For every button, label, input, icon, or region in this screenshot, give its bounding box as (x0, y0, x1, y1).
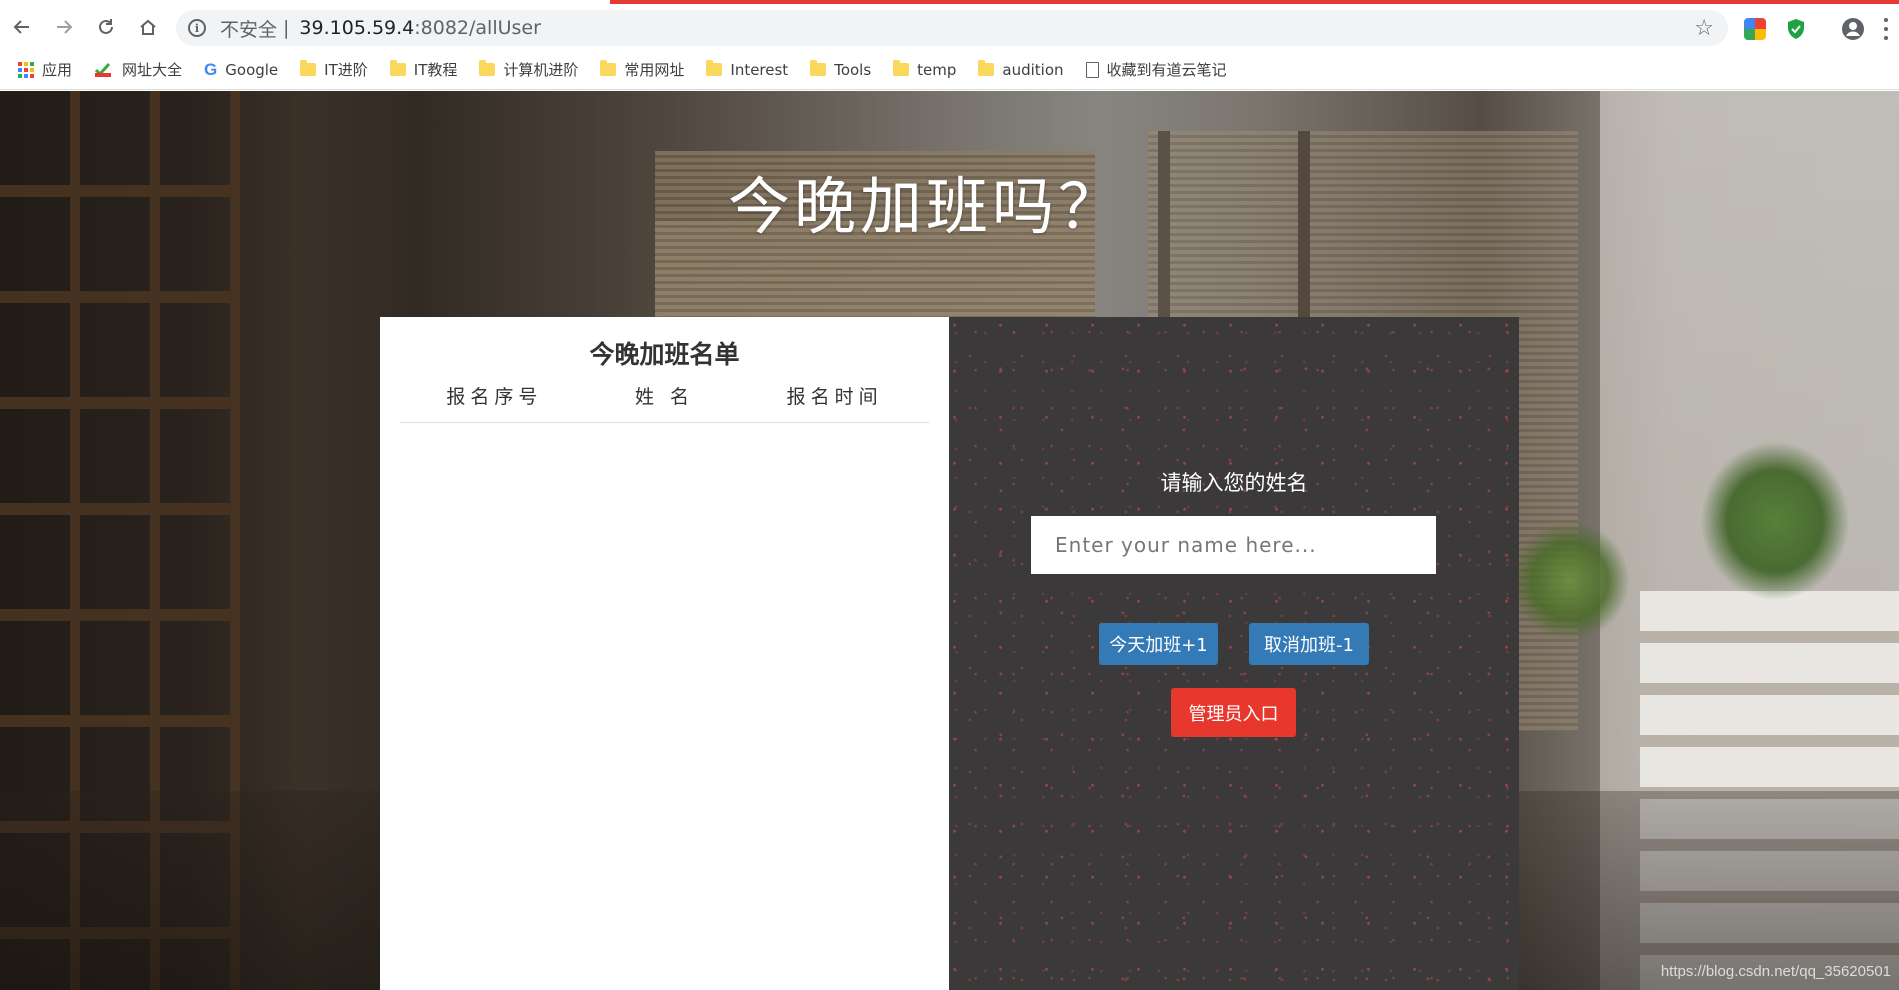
folder-icon (706, 60, 723, 76)
back-button[interactable] (2, 7, 42, 47)
page-title: 今晚加班吗？ (728, 170, 1125, 243)
reload-button[interactable] (86, 7, 126, 47)
forward-button[interactable] (44, 7, 84, 47)
page-background: 今晚加班吗？ 今晚加班名单 报名序号 姓 名 报名时间 请输入您的姓名 今天加班… (0, 91, 1899, 990)
bookmark-google[interactable]: G Google (204, 60, 278, 80)
column-header-time: 报名时间 (786, 386, 883, 408)
bookmark-tools[interactable]: Tools (810, 60, 872, 79)
add-overtime-button[interactable]: 今天加班+1 (1099, 623, 1218, 665)
name-input[interactable] (1031, 516, 1436, 574)
security-status: 不安全 (220, 18, 278, 41)
folder-icon (479, 60, 496, 76)
bookmark-label: Interest (730, 60, 789, 79)
reload-icon (99, 19, 113, 34)
arrow-right-icon (57, 20, 73, 34)
folder-icon (389, 60, 406, 76)
folder-icon (978, 60, 995, 76)
bookmark-hao123[interactable]: 网址大全 (94, 59, 182, 80)
bookmark-youdao-note[interactable]: 收藏到有道云笔记 (1085, 59, 1227, 80)
bookmark-label: 应用 (42, 61, 73, 79)
google-icon: G (204, 59, 218, 79)
info-icon[interactable]: i (188, 19, 206, 37)
bookmark-label: 计算机进阶 (503, 61, 579, 79)
home-icon (140, 19, 156, 35)
kebab-menu-icon[interactable] (1883, 18, 1889, 40)
bookmark-it-tutorial[interactable]: IT教程 (389, 59, 458, 80)
bookmark-label: Google (225, 60, 279, 79)
bookmark-computer-advanced[interactable]: 计算机进阶 (479, 59, 578, 80)
address-bar[interactable]: i 不安全 | 39.105.59.4:8082/allUser ☆ (176, 10, 1728, 46)
bookmark-common-sites[interactable]: 常用网址 (600, 59, 684, 80)
bookmarks-bar: 应用 网址大全 G Google IT进阶 IT教程 计算机进阶 常用网址 In… (0, 50, 1899, 90)
list-body (400, 427, 929, 967)
bookmark-label: 网址大全 (122, 61, 183, 79)
document-icon (1085, 61, 1099, 78)
folder-icon (893, 60, 910, 76)
profile-avatar-icon[interactable] (1841, 17, 1865, 41)
bookmark-star-icon[interactable]: ☆ (1694, 16, 1714, 41)
bookmark-label: IT教程 (413, 61, 458, 79)
url-separator: | (283, 17, 290, 39)
bookmark-label: Tools (834, 60, 872, 79)
browser-toolbar: i 不安全 | 39.105.59.4:8082/allUser ☆ (0, 4, 1899, 50)
bookmark-label: temp (917, 60, 957, 79)
home-button[interactable] (128, 7, 168, 47)
list-title: 今晚加班名单 (589, 340, 740, 369)
signup-form-panel: 请输入您的姓名 今天加班+1 取消加班-1 管理员入口 (949, 317, 1519, 990)
bookmark-interest[interactable]: Interest (706, 60, 789, 79)
bookmark-label: IT进阶 (324, 61, 368, 79)
bookmark-temp[interactable]: temp (893, 60, 957, 79)
list-header: 报名序号 姓 名 报名时间 (400, 379, 929, 423)
hao123-icon (94, 62, 114, 78)
apps-icon (18, 61, 34, 78)
cancel-overtime-button[interactable]: 取消加班-1 (1249, 623, 1369, 665)
url-host: 39.105.59.4 (299, 17, 415, 39)
csdn-watermark: https://blog.csdn.net/qq_35620501 (1660, 963, 1891, 980)
url-path: :8082/allUser (414, 17, 541, 39)
column-header-name: 姓 名 (634, 386, 695, 408)
folder-icon (600, 60, 617, 76)
bookmark-label: audition (1002, 60, 1064, 79)
arrow-left-icon (13, 20, 29, 34)
background-plant (1510, 521, 1630, 641)
folder-icon (810, 60, 827, 76)
bookmark-label: 收藏到有道云笔记 (1106, 61, 1227, 79)
bookmark-audition[interactable]: audition (978, 60, 1064, 79)
folder-icon (300, 60, 317, 76)
background-plant (1700, 441, 1850, 601)
bookmark-label: 常用网址 (624, 61, 685, 79)
bookmark-it-advanced[interactable]: IT进阶 (300, 59, 368, 80)
bookmark-apps[interactable]: 应用 (18, 59, 72, 80)
color-extension-icon[interactable] (1744, 18, 1766, 40)
shield-extension-icon[interactable] (1785, 18, 1807, 40)
admin-entry-button[interactable]: 管理员入口 (1171, 688, 1296, 737)
overtime-list-panel: 今晚加班名单 报名序号 姓 名 报名时间 (380, 317, 949, 990)
name-prompt-label: 请输入您的姓名 (1160, 471, 1308, 495)
column-header-number: 报名序号 (446, 386, 543, 408)
